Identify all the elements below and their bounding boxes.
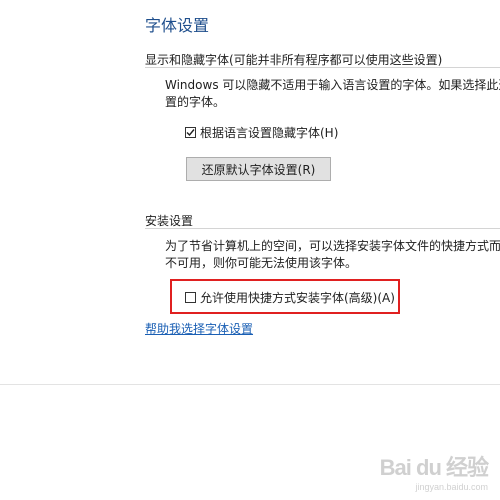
install-settings-header: 安装设置 bbox=[145, 214, 194, 228]
font-settings-panel: 字体设置 显示和隐藏字体(可能并非所有程序都可以使用这些设置) Windows … bbox=[0, 0, 500, 500]
hide-fonts-by-language-label: 根据语言设置隐藏字体(H) bbox=[200, 126, 339, 140]
help-choose-font-settings-link[interactable]: 帮助我选择字体设置 bbox=[145, 320, 253, 337]
hide-fonts-by-language-checkbox[interactable] bbox=[185, 127, 196, 138]
allow-shortcut-install-label: 允许使用快捷方式安装字体(高级)(A) bbox=[200, 291, 395, 305]
page-title: 字体设置 bbox=[145, 16, 210, 35]
baidu-jingyan-watermark: Bai du 经验 jingyan.baidu.com bbox=[379, 450, 489, 492]
allow-shortcut-install-checkbox-row[interactable]: 允许使用快捷方式安装字体(高级)(A) bbox=[185, 289, 395, 306]
hide-fonts-by-language-checkbox-row[interactable]: 根据语言设置隐藏字体(H) bbox=[185, 124, 338, 141]
show-hide-fonts-header: 显示和隐藏字体(可能并非所有程序都可以使用这些设置) bbox=[145, 53, 443, 67]
section-divider bbox=[145, 67, 500, 68]
bottom-divider bbox=[0, 384, 500, 385]
watermark-url: jingyan.baidu.com bbox=[415, 482, 488, 492]
install-description-line1: 为了节省计算机上的空间，可以选择安装字体文件的快捷方式而 bbox=[165, 239, 500, 253]
baidu-logo: Bai du 经验 bbox=[379, 455, 489, 480]
install-description-line2: 不可用，则你可能无法使用该字体。 bbox=[165, 256, 358, 270]
show-hide-description-line1: Windows 可以隐藏不适用于输入语言设置的字体。如果选择此选 bbox=[165, 78, 500, 92]
show-hide-description-line2: 置的字体。 bbox=[165, 95, 226, 109]
section-divider bbox=[145, 228, 500, 229]
allow-shortcut-install-checkbox[interactable] bbox=[185, 292, 196, 303]
restore-default-font-settings-button[interactable]: 还原默认字体设置(R) bbox=[186, 157, 331, 181]
checkmark-icon bbox=[186, 129, 195, 137]
